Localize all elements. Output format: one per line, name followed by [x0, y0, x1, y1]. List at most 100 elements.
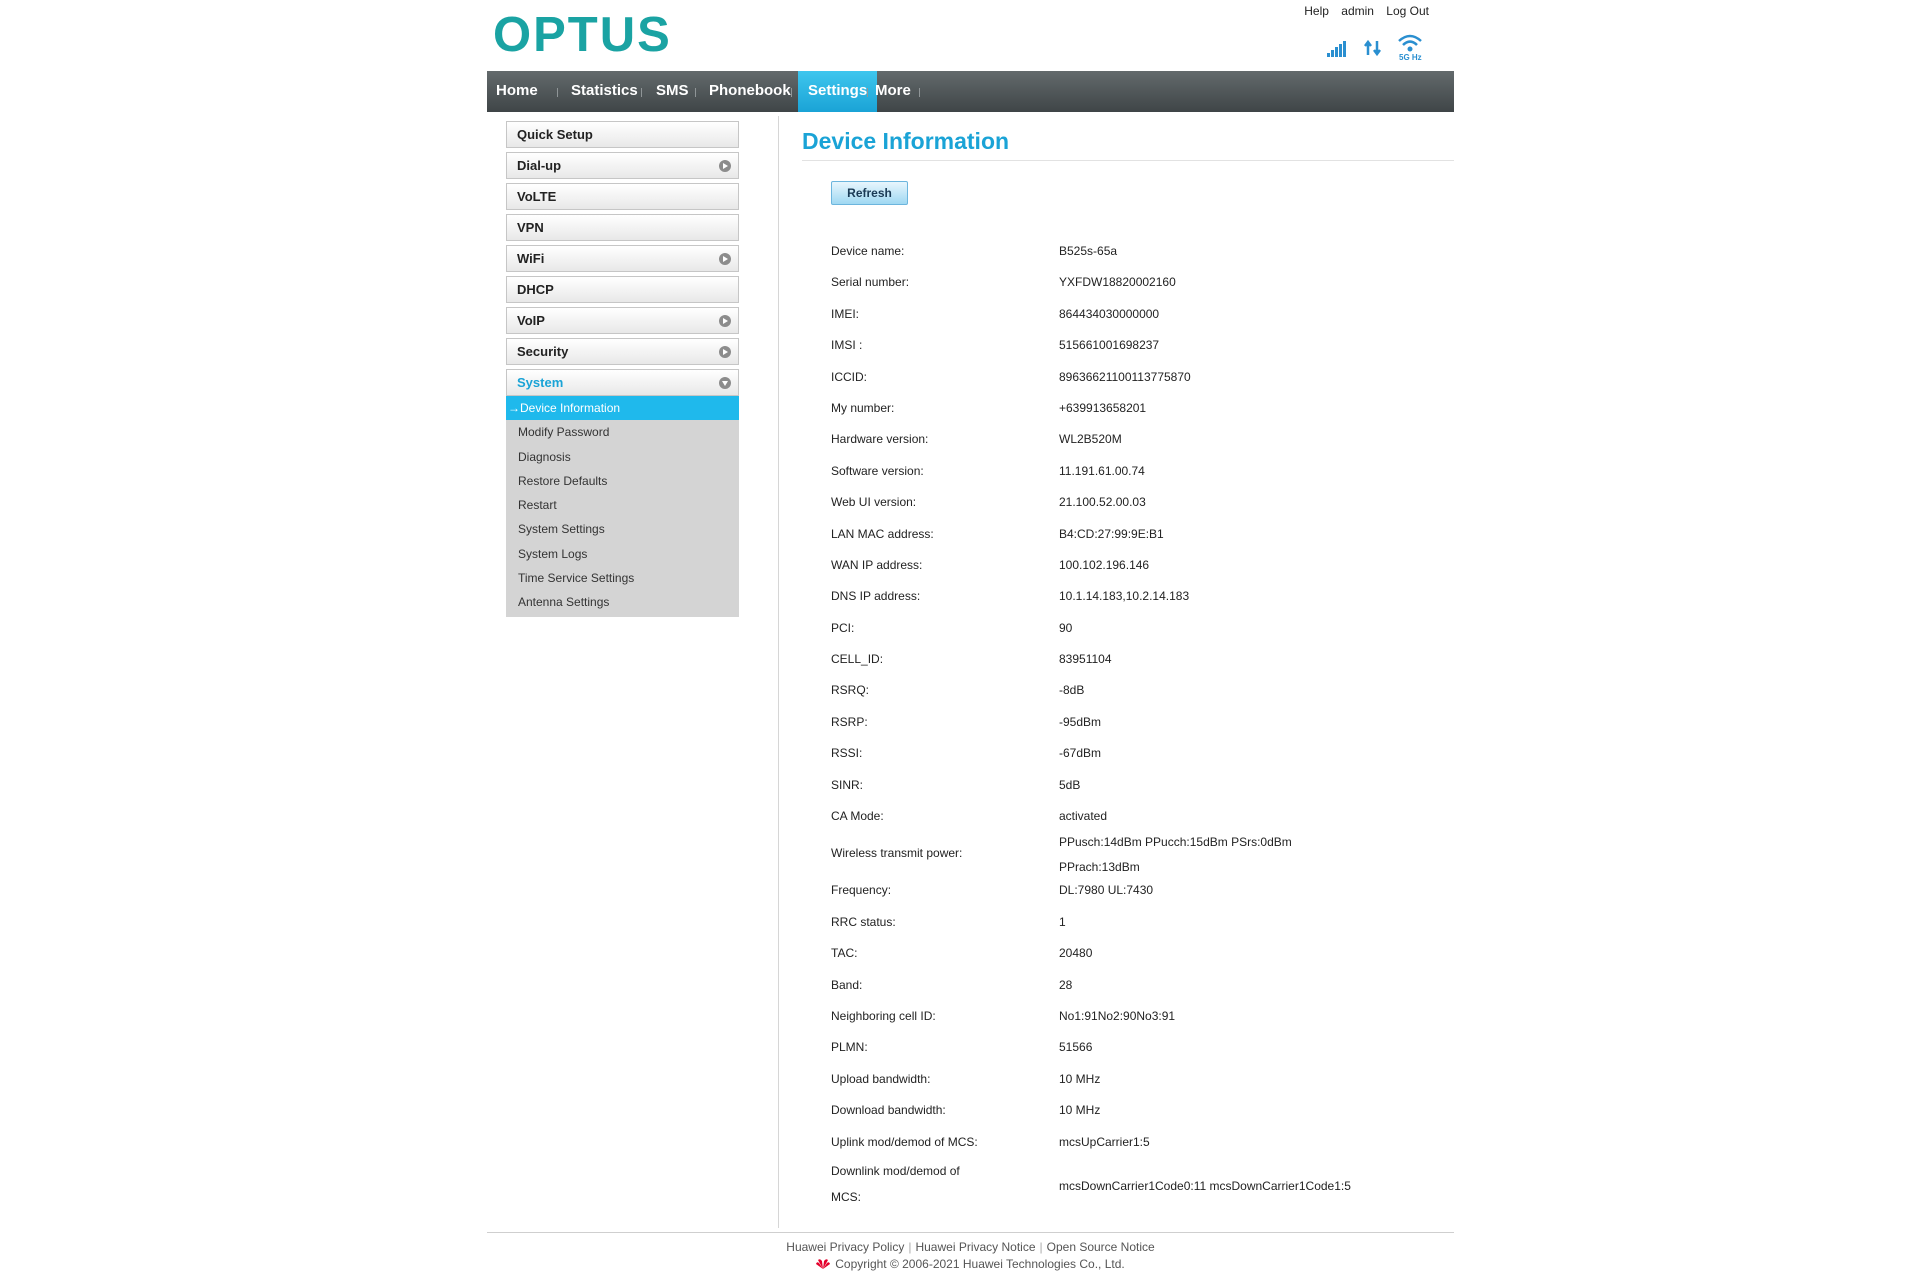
nav-home[interactable]: Home [496, 71, 538, 112]
sidebar-item-label: VoLTE [517, 189, 557, 204]
optus-logo[interactable]: OPTUS [493, 10, 672, 60]
expand-arrow-icon [719, 315, 731, 327]
submenu-system-settings[interactable]: System Settings [506, 517, 739, 541]
sidebar-item-system[interactable]: System [506, 369, 739, 396]
submenu-antenna-settings[interactable]: Antenna Settings [506, 590, 739, 614]
submenu-device-information[interactable]: →Device Information [506, 396, 739, 421]
wifi-5ghz-icon: 5G Hz [1396, 34, 1424, 62]
info-value: YXFDW18820002160 [1059, 275, 1176, 290]
submenu-modify-password[interactable]: Modify Password [506, 420, 739, 444]
nav-sms[interactable]: SMS [656, 71, 689, 112]
info-row: Download bandwidth: 10 MHz [831, 1095, 1451, 1126]
footer-divider [487, 1232, 1454, 1233]
info-label: Downlink mod/demod of MCS: [831, 1163, 960, 1204]
copyright-text: Copyright © 2006-2021 Huawei Technologie… [835, 1257, 1125, 1271]
info-label: IMSI : [831, 338, 863, 353]
info-label: LAN MAC address: [831, 526, 934, 541]
privacy-notice-link[interactable]: Huawei Privacy Notice [915, 1240, 1035, 1254]
submenu-time-service-settings[interactable]: Time Service Settings [506, 566, 739, 590]
user-link[interactable]: admin [1341, 4, 1374, 18]
sidebar-item-wifi[interactable]: WiFi [506, 245, 739, 272]
info-row: CA Mode: activated [831, 801, 1451, 832]
info-value: 10 MHz [1059, 1071, 1101, 1086]
info-value: 515661001698237 [1059, 338, 1160, 353]
info-label: PCI: [831, 620, 855, 635]
info-row: ICCID: 89636621100113775870 [831, 362, 1451, 393]
sidebar-item-dhcp[interactable]: DHCP [506, 276, 739, 303]
system-submenu: →Device Information Modify Password Diag… [506, 396, 739, 617]
info-label: Device name: [831, 244, 905, 258]
sidebar-item-label: VoIP [517, 313, 545, 328]
nav-phonebook[interactable]: Phonebook [709, 71, 791, 112]
settings-sidebar: Quick Setup Dial-up VoLTE VPN WiFi DHCP … [506, 121, 739, 617]
submenu-label: Device Information [520, 401, 621, 415]
sidebar-item-volte[interactable]: VoLTE [506, 183, 739, 210]
nav-separator [919, 88, 920, 97]
logout-link[interactable]: Log Out [1386, 4, 1429, 18]
device-info-table: Device name: B525s-65a Serial number: YXFD… [831, 236, 1451, 1214]
info-value: -8dB [1059, 683, 1085, 698]
privacy-policy-link[interactable]: Huawei Privacy Policy [786, 1240, 904, 1254]
info-value: B4:CD:27:99:9E:B1 [1059, 526, 1164, 541]
top-links: Help admin Log Out [1295, 4, 1429, 18]
info-label: PLMN: [831, 1040, 868, 1055]
info-label: Hardware version: [831, 432, 929, 447]
info-value: WL2B520M [1059, 432, 1122, 447]
info-row: TAC: 20480 [831, 938, 1451, 969]
info-row: Upload bandwidth: 10 MHz [831, 1064, 1451, 1095]
info-row: WAN IP address: 100.102.196.146 [831, 550, 1451, 581]
submenu-restore-defaults[interactable]: Restore Defaults [506, 469, 739, 493]
nav-statistics[interactable]: Statistics [571, 71, 638, 112]
info-value: 1 [1059, 914, 1066, 929]
info-label: IMEI: [831, 306, 860, 321]
info-label: SINR: [831, 777, 864, 792]
open-source-notice-link[interactable]: Open Source Notice [1047, 1240, 1155, 1254]
refresh-button[interactable]: Refresh [831, 181, 908, 205]
arrow-right-icon: → [508, 401, 520, 415]
sidebar-item-security[interactable]: Security [506, 338, 739, 365]
band-label: 5G Hz [1399, 53, 1422, 62]
help-link[interactable]: Help [1304, 4, 1329, 18]
info-value: 89636621100113775870 [1059, 369, 1191, 384]
info-value: activated [1059, 809, 1108, 824]
submenu-restart[interactable]: Restart [506, 493, 739, 517]
nav-separator [791, 88, 792, 97]
info-label: Frequency: [831, 883, 892, 898]
footer-links: Huawei Privacy Policy | Huawei Privacy Not… [487, 1240, 1454, 1254]
info-value: mcsDownCarrier1Code0:11 mcsDownCarrier1C… [1059, 1178, 1351, 1193]
data-transfer-icon [1363, 39, 1382, 62]
info-label: Download bandwidth: [831, 1103, 946, 1118]
info-label: Band: [831, 977, 863, 992]
submenu-diagnosis[interactable]: Diagnosis [506, 445, 739, 469]
nav-separator [557, 88, 558, 97]
info-label: Neighboring cell ID: [831, 1008, 936, 1023]
info-row: Hardware version: WL2B520M [831, 424, 1451, 455]
info-label: CELL_ID: [831, 652, 884, 667]
info-value: PPusch:14dBm PPucch:15dBm PSrs:0dBm PPrac… [1059, 830, 1359, 880]
info-row: Neighboring cell ID: No1:91No2:90No3:91 [831, 1001, 1451, 1032]
nav-separator [695, 88, 696, 97]
sidebar-item-vpn[interactable]: VPN [506, 214, 739, 241]
sidebar-item-label: Quick Setup [517, 127, 593, 142]
info-label: DNS IP address: [831, 589, 921, 604]
sidebar-item-voip[interactable]: VoIP [506, 307, 739, 334]
nav-more[interactable]: More [875, 71, 911, 112]
info-value: 10 MHz [1059, 1103, 1101, 1118]
submenu-system-logs[interactable]: System Logs [506, 542, 739, 566]
info-value: B525s-65a [1059, 244, 1118, 258]
sidebar-item-label: Dial-up [517, 158, 562, 173]
info-label: Uplink mod/demod of MCS: [831, 1134, 978, 1149]
info-label: TAC: [831, 946, 858, 961]
info-value: No1:91No2:90No3:91 [1059, 1008, 1176, 1023]
sidebar-item-quick-setup[interactable]: Quick Setup [506, 121, 739, 148]
nav-settings[interactable]: Settings [798, 71, 878, 112]
main-nav: Home Statistics SMS Phonebook Settings M… [487, 71, 1454, 112]
info-row: Serial number: YXFDW18820002160 [831, 267, 1451, 298]
info-value: 51566 [1059, 1040, 1093, 1055]
info-row: Device name: B525s-65a [831, 236, 1451, 267]
info-label: My number: [831, 400, 895, 415]
info-label: ICCID: [831, 369, 867, 384]
info-label: RSRP: [831, 714, 868, 729]
sidebar-item-dial-up[interactable]: Dial-up [506, 152, 739, 179]
info-row: IMSI : 515661001698237 [831, 330, 1451, 361]
